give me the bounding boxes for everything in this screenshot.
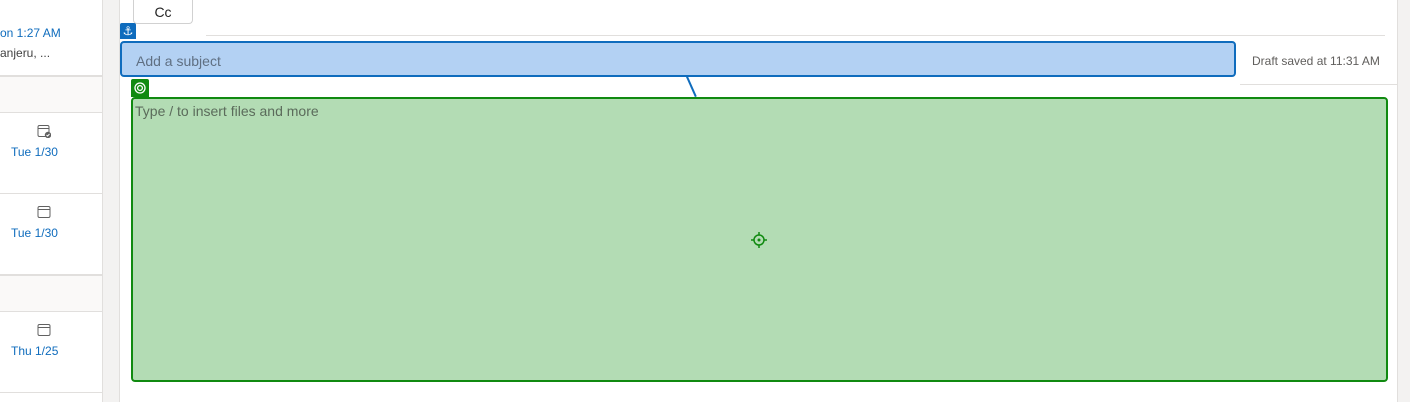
list-divider	[0, 193, 102, 194]
message-sender: anjeru, ...	[0, 46, 51, 60]
subject-divider	[1240, 84, 1397, 85]
message-list: on 1:27 AM anjeru, ... Tue 1/30 Tue 1/30…	[0, 0, 102, 402]
recipient-divider	[206, 35, 1385, 36]
pane-splitter[interactable]	[102, 0, 120, 402]
draft-status: Draft saved at 11:31 AM	[1252, 54, 1380, 68]
list-group-header	[0, 76, 102, 113]
anchor-icon: ⚓	[120, 23, 136, 39]
list-divider	[0, 392, 102, 393]
calendar-icon	[37, 206, 51, 218]
list-group-header	[0, 275, 102, 312]
message-time: on 1:27 AM	[0, 26, 61, 40]
list-item-date: Thu 1/25	[11, 344, 59, 358]
list-item-date: Tue 1/30	[11, 145, 58, 159]
subject-placeholder: Add a subject	[136, 53, 221, 69]
subject-input[interactable]: Add a subject	[120, 41, 1236, 77]
target-icon	[131, 79, 149, 97]
list-item-date: Tue 1/30	[11, 226, 58, 240]
cc-button[interactable]: Cc	[133, 0, 193, 24]
calendar-icon	[37, 324, 51, 336]
scrollbar[interactable]	[1397, 0, 1410, 402]
body-placeholder: Type / to insert files and more	[135, 103, 319, 119]
crosshair-icon	[751, 232, 767, 248]
calendar-check-icon	[37, 125, 51, 138]
